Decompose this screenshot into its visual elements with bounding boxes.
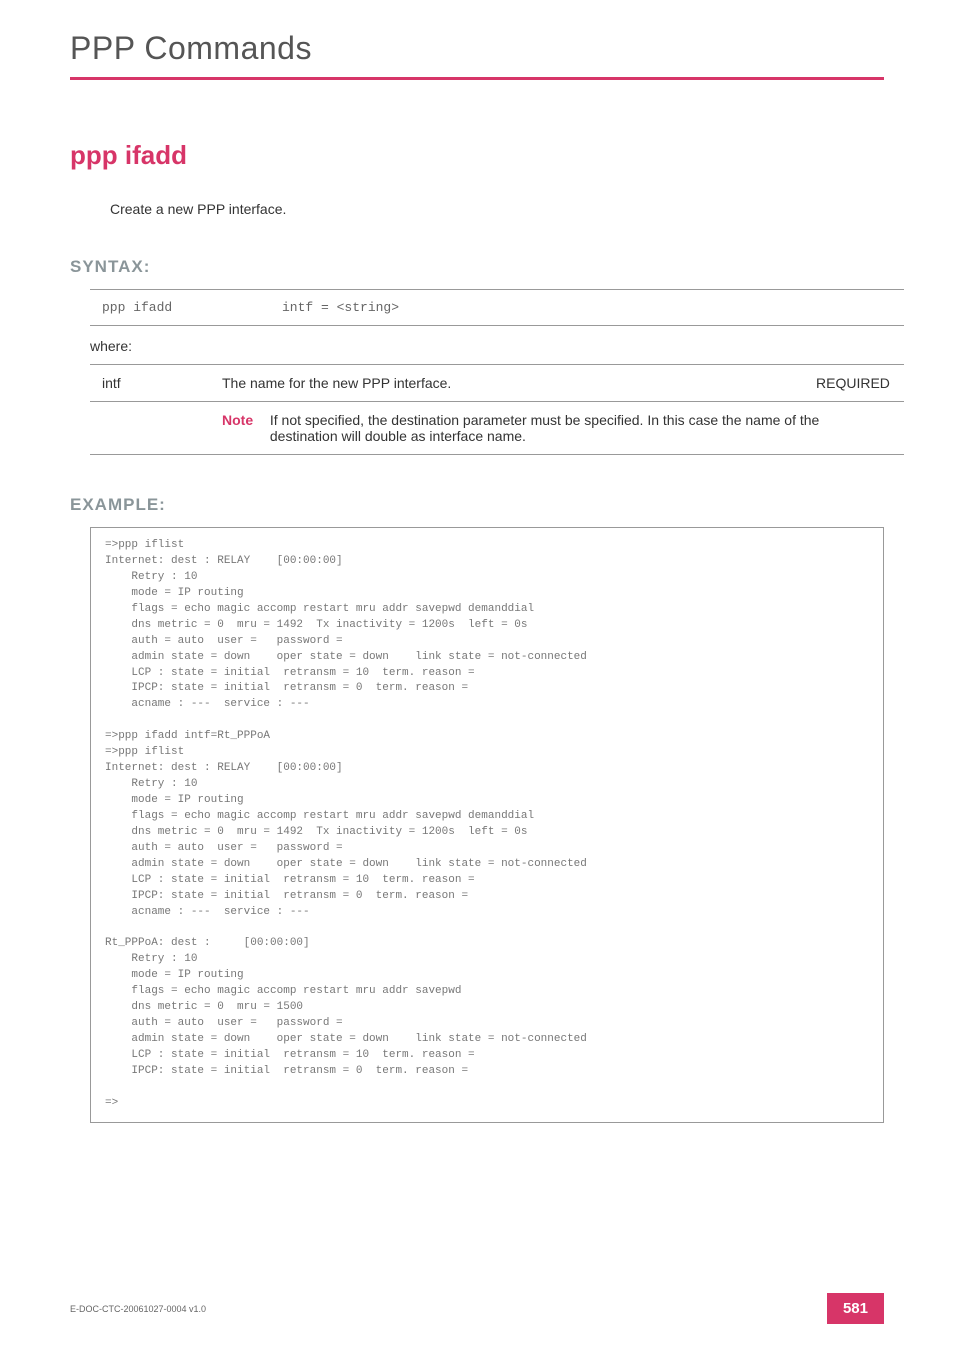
note-label: Note <box>222 412 266 428</box>
chapter-title: PPP Commands <box>70 30 884 67</box>
syntax-table: ppp ifadd intf = <string> <box>90 289 904 326</box>
command-description: Create a new PPP interface. <box>110 201 884 217</box>
param-required: REQUIRED <box>804 365 904 402</box>
example-heading: EXAMPLE: <box>70 495 884 515</box>
page-number: 581 <box>827 1293 884 1324</box>
param-note-cell: Note If not specified, the destination p… <box>210 402 904 455</box>
footer: E-DOC-CTC-20061027-0004 v1.0 581 <box>70 1293 884 1324</box>
param-row: intf The name for the new PPP interface.… <box>90 365 904 402</box>
example-code: =>ppp iflist Internet: dest : RELAY [00:… <box>90 527 884 1123</box>
syntax-cmd: ppp ifadd <box>90 290 270 326</box>
command-title: ppp ifadd <box>70 140 884 171</box>
where-label: where: <box>90 338 884 354</box>
doc-id: E-DOC-CTC-20061027-0004 v1.0 <box>70 1304 206 1314</box>
syntax-heading: SYNTAX: <box>70 257 884 277</box>
param-note-spacer <box>90 402 210 455</box>
note-text: If not specified, the destination parame… <box>270 412 890 444</box>
param-name: intf <box>90 365 210 402</box>
syntax-args: intf = <string> <box>270 290 904 326</box>
param-note-row: Note If not specified, the destination p… <box>90 402 904 455</box>
param-desc: The name for the new PPP interface. <box>210 365 804 402</box>
title-rule <box>70 77 884 80</box>
param-table: intf The name for the new PPP interface.… <box>90 364 904 455</box>
